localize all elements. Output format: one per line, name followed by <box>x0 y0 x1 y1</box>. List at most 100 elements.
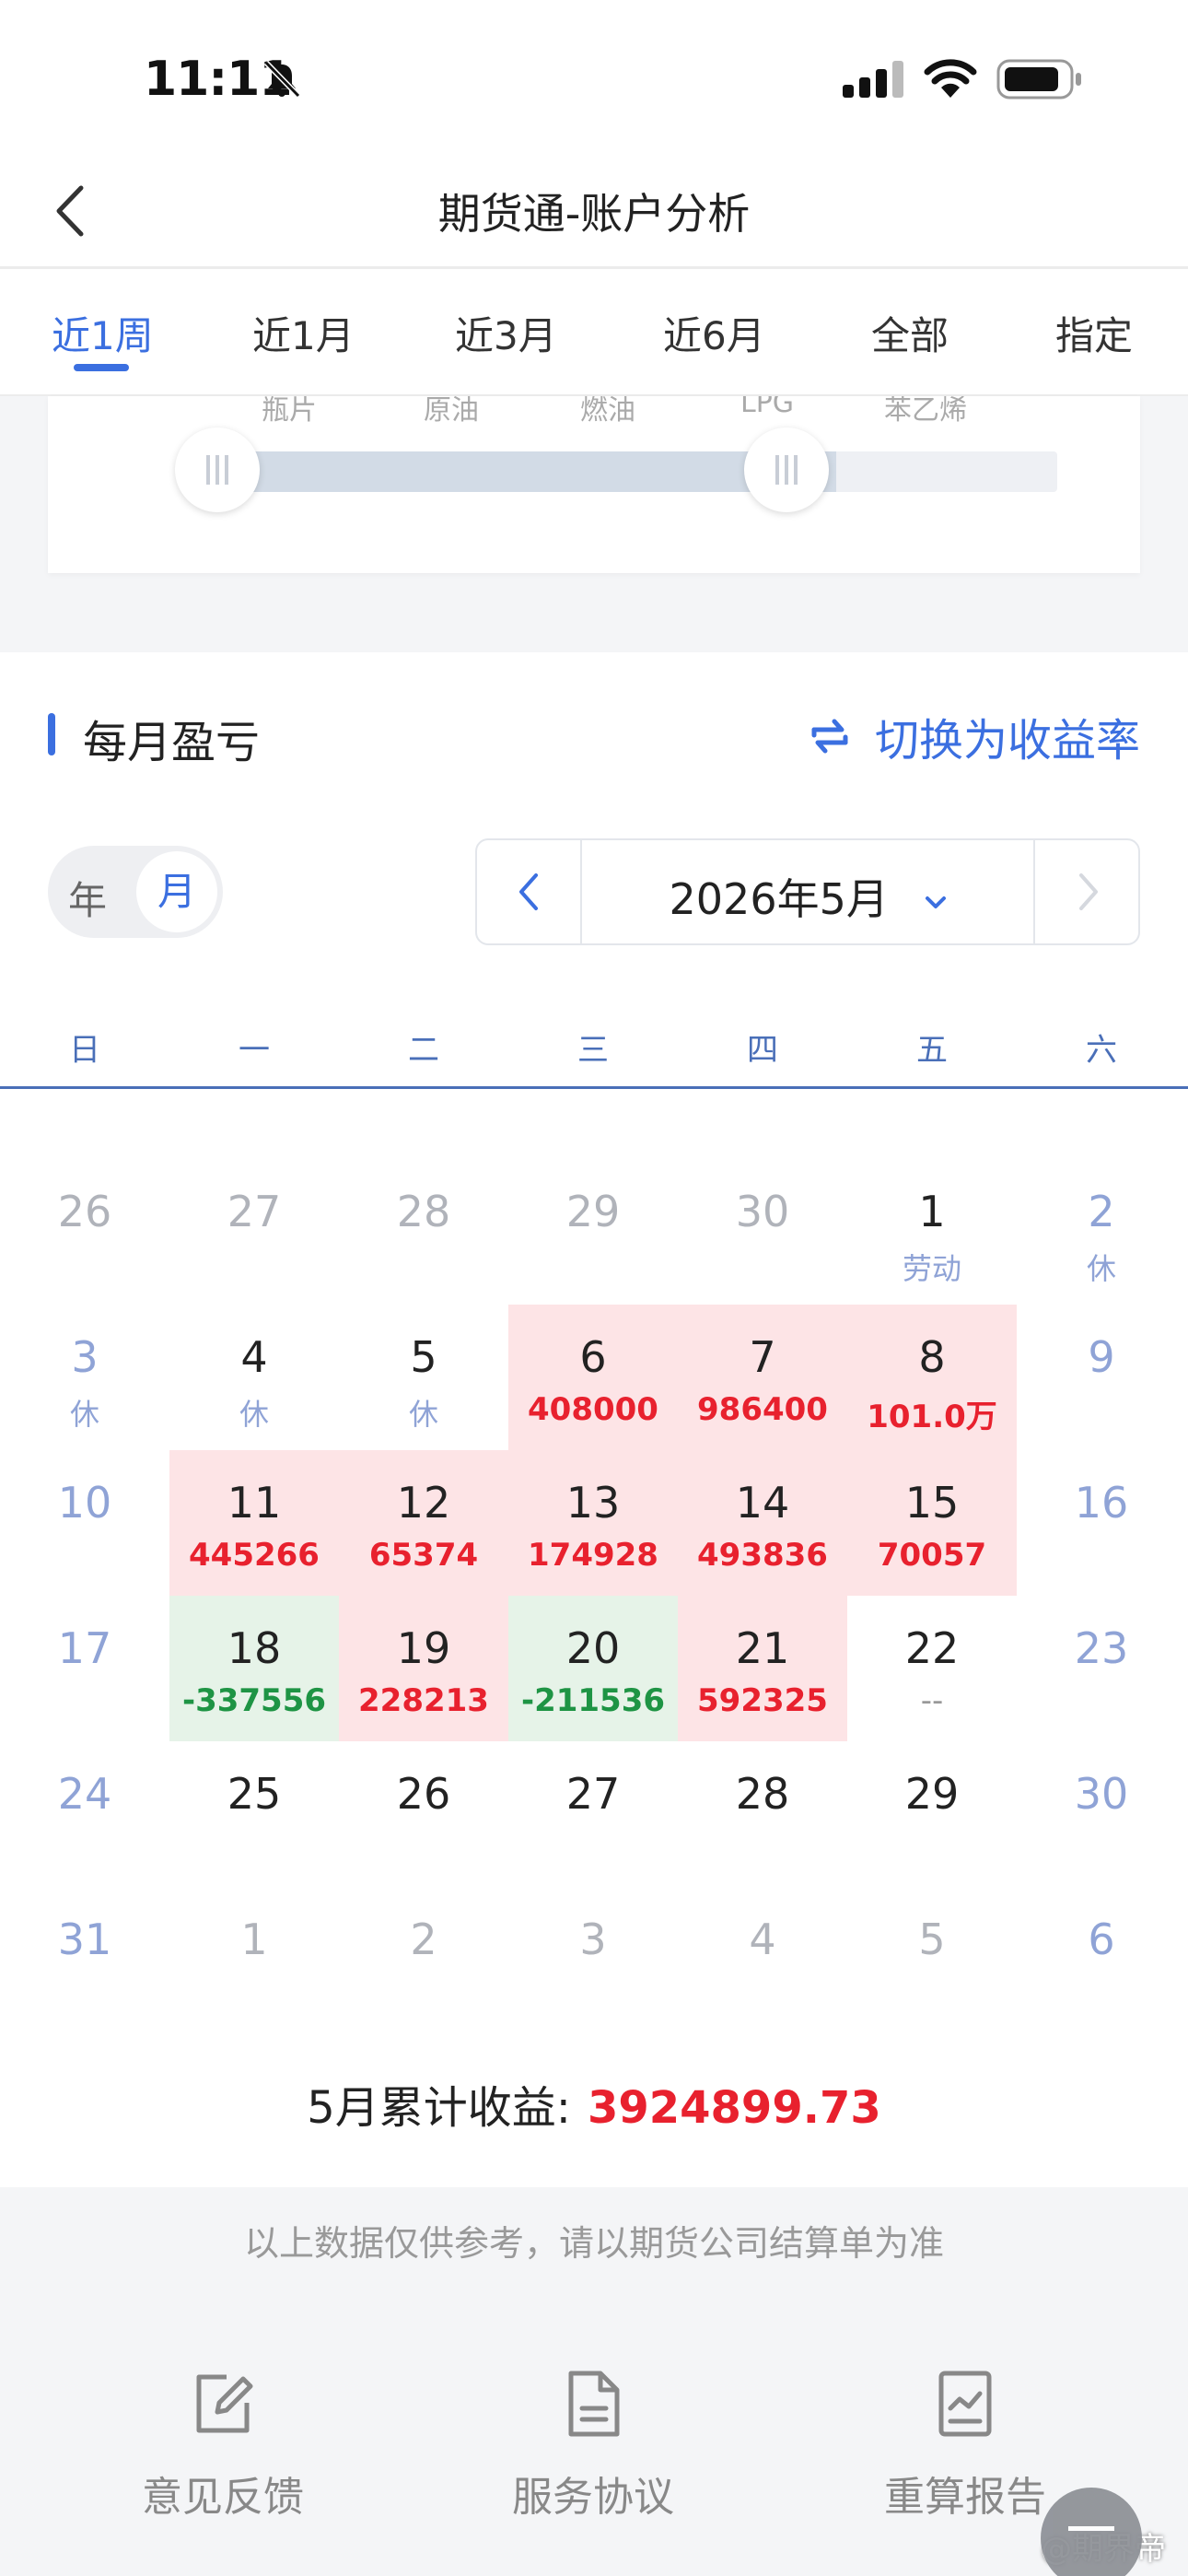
day-pnl-value: 65374 <box>368 1537 479 1574</box>
calendar-day[interactable]: 29 <box>508 1159 678 1305</box>
day-note: 休 <box>239 1397 269 1432</box>
day-number: 17 <box>57 1623 112 1673</box>
day-pnl-value: -337556 <box>181 1682 327 1719</box>
calendar-day[interactable]: 5 <box>847 1887 1017 2032</box>
month-picker: 2026年5月 <box>475 838 1140 945</box>
recalculate-report-button[interactable]: 重算报告 <box>845 2370 1085 2523</box>
calendar-day[interactable]: 14 493836 <box>678 1450 847 1596</box>
calendar-day[interactable]: 15 70057 <box>847 1450 1017 1596</box>
total-value: 3924899.73 <box>587 2082 881 2134</box>
month-picker-dropdown[interactable]: 2026年5月 <box>582 866 1037 927</box>
calendar-day[interactable]: 3休 <box>0 1305 169 1450</box>
calendar-day[interactable]: 9 <box>1017 1305 1186 1450</box>
total-label: 5月累计收益: <box>307 2082 571 2134</box>
prev-month-button[interactable] <box>477 840 582 943</box>
calendar-day[interactable]: 25 <box>169 1741 339 1887</box>
feedback-button[interactable]: 意见反馈 <box>103 2370 343 2523</box>
calendar-day[interactable]: 29 <box>847 1741 1017 1887</box>
day-number: 12 <box>396 1478 451 1528</box>
calendar-day[interactable]: 1 <box>169 1887 339 2032</box>
calendar-day[interactable]: 5休 <box>339 1305 508 1450</box>
day-number: 4 <box>749 1914 776 1964</box>
slider-label: 燃油 <box>580 396 635 427</box>
tab-custom[interactable]: 指定 <box>1055 305 1133 361</box>
day-number: 7 <box>749 1332 776 1382</box>
chevron-down-icon <box>926 896 947 908</box>
calendar-day[interactable]: 23 <box>1017 1596 1186 1741</box>
day-number: 9 <box>1088 1332 1115 1382</box>
slider-handle-right[interactable] <box>744 427 829 512</box>
service-agreement-button[interactable]: 服务协议 <box>473 2370 713 2523</box>
weekday-label: 二 <box>408 1032 439 1069</box>
calendar-day[interactable]: 28 <box>339 1159 508 1305</box>
switch-to-return-rate-button[interactable]: 切换为收益率 <box>809 704 1140 768</box>
day-note: -- <box>920 1682 944 1719</box>
day-number: 14 <box>735 1478 790 1528</box>
calendar-day[interactable]: 1 劳动 <box>847 1159 1017 1305</box>
calendar-day[interactable]: 4 <box>678 1887 847 2032</box>
calendar-day[interactable]: 2 <box>339 1887 508 2032</box>
calendar-day[interactable]: 8 101.0万 <box>847 1305 1017 1450</box>
calendar-day[interactable]: 13 174928 <box>508 1450 678 1596</box>
calendar-day[interactable]: 28 <box>678 1741 847 1887</box>
feedback-label: 意见反馈 <box>142 2474 304 2521</box>
calendar-day[interactable]: 11 445266 <box>169 1450 339 1596</box>
tab-1month[interactable]: 近1月 <box>252 305 355 361</box>
year-month-toggle[interactable]: 年 月 <box>48 846 223 938</box>
calendar-day[interactable]: 31 <box>0 1887 169 2032</box>
calendar-day[interactable]: 20 -211536 <box>508 1596 678 1741</box>
tab-6month[interactable]: 近6月 <box>663 305 765 361</box>
calendar-day[interactable]: 26 <box>0 1159 169 1305</box>
day-number: 11 <box>227 1478 282 1528</box>
toggle-year[interactable]: 年 <box>68 870 107 926</box>
calendar-day[interactable]: 17 <box>0 1596 169 1741</box>
day-pnl-value: -211536 <box>520 1682 666 1719</box>
slider-handle-left[interactable] <box>175 427 260 512</box>
day-pnl-value: 592325 <box>697 1682 828 1719</box>
day-number: 29 <box>565 1187 621 1236</box>
day-number: 31 <box>57 1914 112 1964</box>
day-number: 19 <box>396 1623 451 1673</box>
calendar-day[interactable]: 27 <box>169 1159 339 1305</box>
calendar-day[interactable]: 19 228213 <box>339 1596 508 1741</box>
day-number: 30 <box>735 1187 790 1236</box>
calendar-day[interactable]: 18 -337556 <box>169 1596 339 1741</box>
calendar-day[interactable]: 27 <box>508 1741 678 1887</box>
calendar-day[interactable]: 16 <box>1017 1450 1186 1596</box>
toggle-month[interactable]: 月 <box>136 851 217 932</box>
calendar-day[interactable]: 21 592325 <box>678 1596 847 1741</box>
tab-3month[interactable]: 近3月 <box>455 305 557 361</box>
day-pnl-value: 174928 <box>528 1537 658 1574</box>
day-pnl-value: 70057 <box>877 1537 987 1574</box>
bell-muted-icon <box>263 60 301 99</box>
day-number: 29 <box>904 1769 960 1819</box>
day-number: 20 <box>565 1623 621 1673</box>
calendar-day[interactable]: 30 <box>678 1159 847 1305</box>
pnl-calendar: 26 27 28 29 30 1 劳动 2 休 3 休 4 休 5 休 6 408000 7 986400 8 101.… <box>0 1159 1188 2034</box>
next-month-button[interactable] <box>1033 840 1138 943</box>
calendar-day[interactable]: 2休 <box>1017 1159 1186 1305</box>
tab-1week[interactable]: 近1周 <box>52 305 154 361</box>
calendar-day[interactable]: 4休 <box>169 1305 339 1450</box>
calendar-day[interactable]: 6 <box>1017 1887 1186 2032</box>
period-tabs: 近1周 近1月 近3月 近6月 全部 指定 <box>0 272 1188 396</box>
day-number: 5 <box>410 1332 437 1382</box>
calendar-day[interactable]: 24 <box>0 1741 169 1887</box>
calendar-day[interactable]: 12 65374 <box>339 1450 508 1596</box>
calendar-day[interactable]: 3 <box>508 1887 678 2032</box>
tab-all[interactable]: 全部 <box>871 305 949 361</box>
calendar-day[interactable]: 26 <box>339 1741 508 1887</box>
weekday-label: 日 <box>69 1032 100 1069</box>
calendar-day[interactable]: 30 <box>1017 1741 1186 1887</box>
weekday-label: 六 <box>1086 1032 1117 1069</box>
calendar-day[interactable]: 6 408000 <box>508 1305 678 1450</box>
day-pnl-value: 986400 <box>697 1391 828 1428</box>
day-number: 3 <box>579 1914 607 1964</box>
switch-arrows-icon <box>811 719 848 754</box>
battery-icon <box>996 59 1081 100</box>
calendar-day[interactable]: 7 986400 <box>678 1305 847 1450</box>
nav-bar: 期货通-账户分析 <box>0 157 1188 269</box>
calendar-day[interactable]: 22 -- <box>847 1596 1017 1741</box>
calendar-day[interactable]: 10 <box>0 1450 169 1596</box>
switch-label: 切换为收益率 <box>874 715 1140 767</box>
